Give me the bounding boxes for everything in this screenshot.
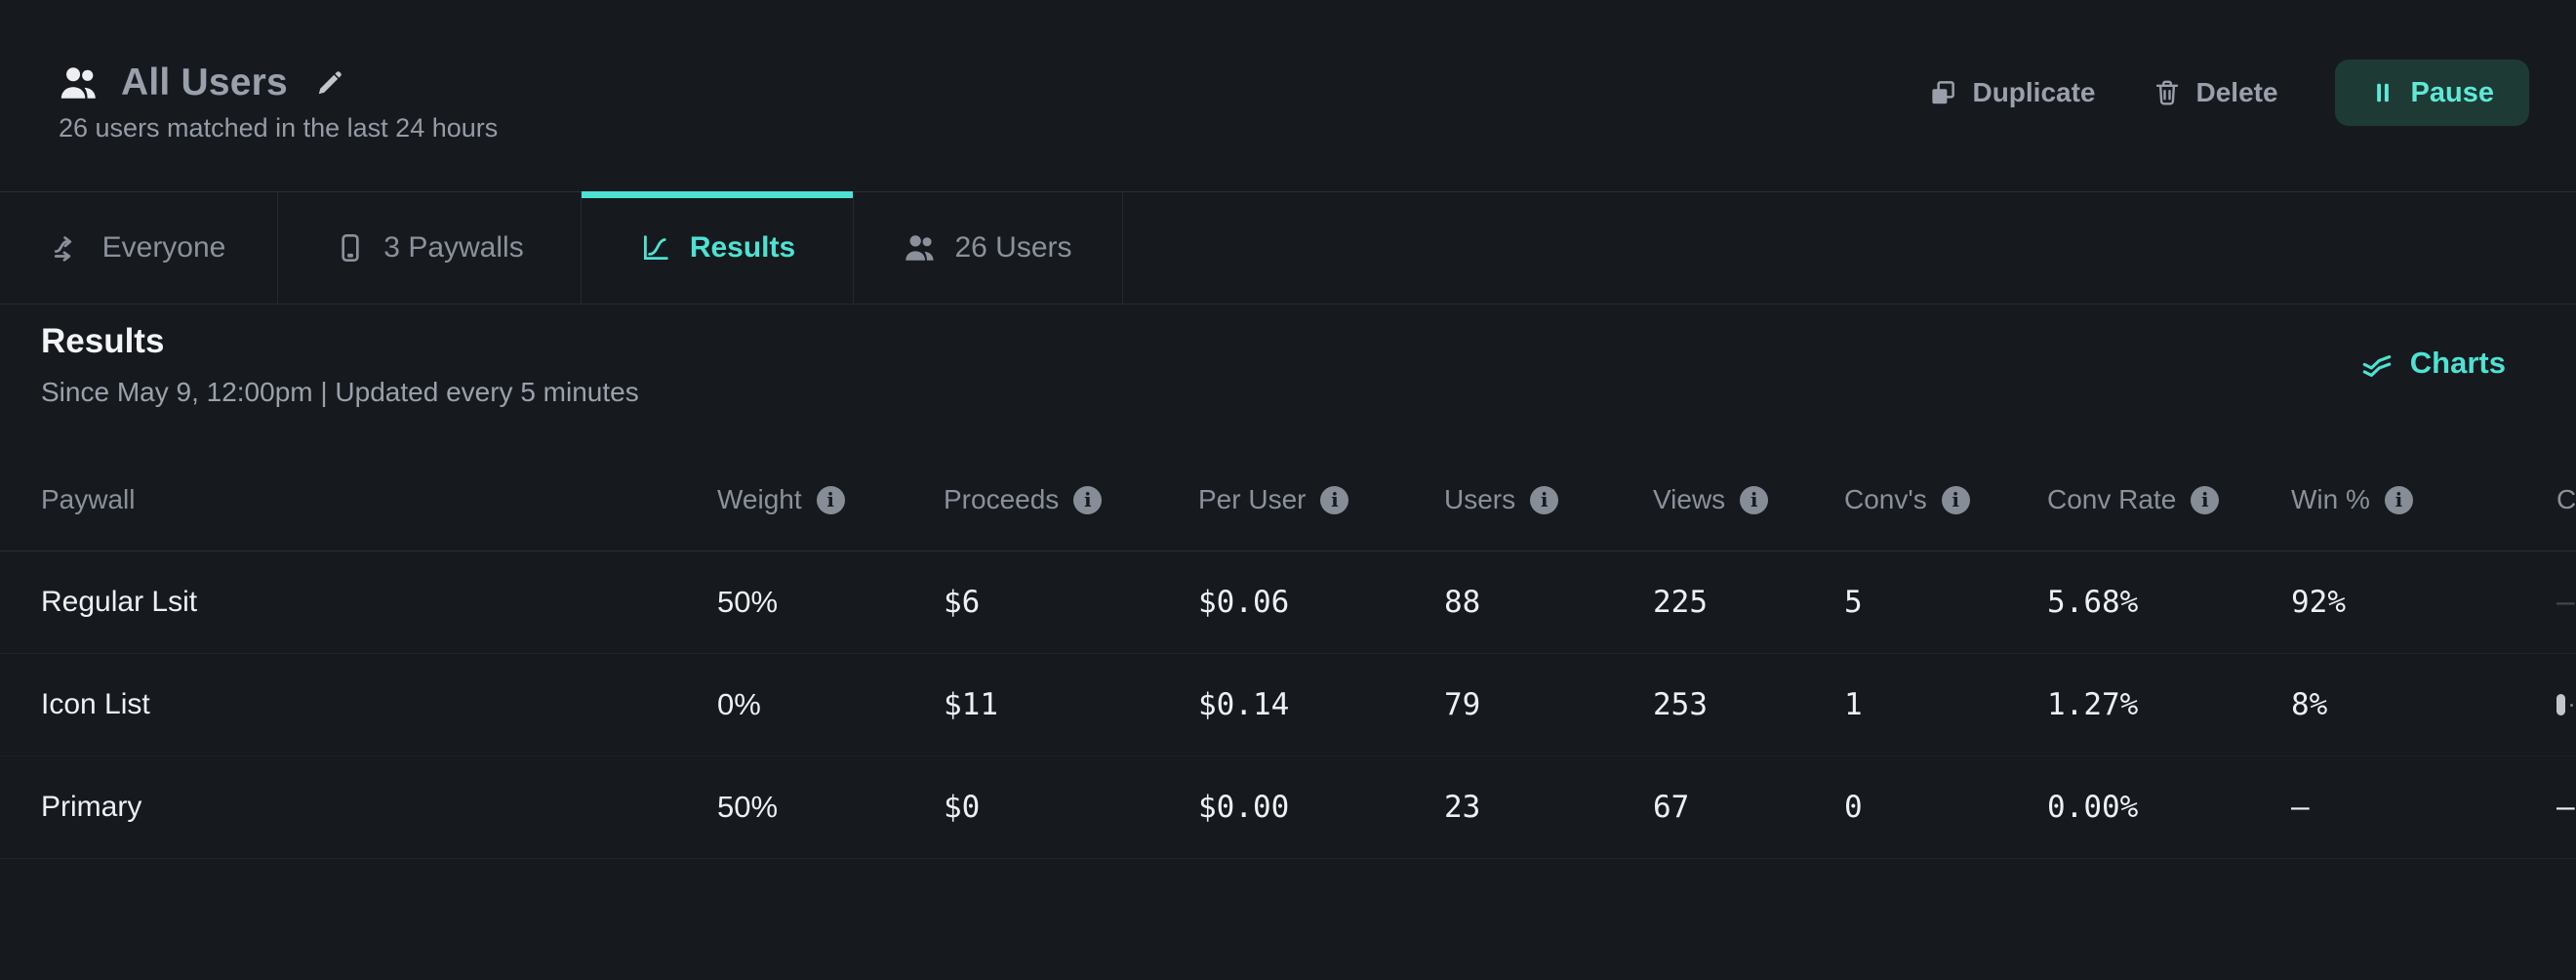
charts-icon	[2359, 347, 2395, 380]
cell-per-user: $0.06	[1198, 585, 1444, 620]
column-header-paywall: Paywall	[41, 484, 717, 515]
info-icon[interactable]: i	[817, 486, 845, 514]
info-icon[interactable]: i	[2385, 486, 2413, 514]
cell-users: 79	[1444, 687, 1653, 722]
column-label: Per User	[1198, 484, 1306, 515]
column-label: Conv's	[1844, 484, 1927, 515]
tab-paywalls[interactable]: 3 Paywalls	[278, 192, 582, 304]
audience-split-icon	[52, 231, 85, 265]
cell-per-user: $0.00	[1198, 790, 1444, 825]
tab-users[interactable]: 26 Users	[854, 192, 1123, 304]
table-row[interactable]: Icon List 0% $11 $0.14 79 253 1 1.27% 8%	[0, 654, 2576, 756]
tab-label: Results	[690, 231, 795, 265]
duplicate-label: Duplicate	[1972, 77, 2095, 108]
tab-label: Everyone	[102, 231, 226, 265]
clipped-dots	[2570, 704, 2573, 707]
cell-proceeds: $0	[944, 790, 1198, 825]
matched-users-subtitle: 26 users matched in the last 24 hours	[59, 113, 498, 143]
cell-convs: 5	[1844, 585, 2047, 620]
tab-bar: Everyone 3 Paywalls Results	[0, 191, 2576, 305]
column-header-clipped: C	[2556, 484, 2576, 515]
info-icon[interactable]: i	[1740, 486, 1768, 514]
cell-proceeds: $11	[944, 687, 1198, 722]
column-header-users: Users i	[1444, 484, 1653, 515]
cell-conv-rate: 5.68%	[2047, 585, 2291, 620]
column-label: C	[2556, 484, 2576, 515]
column-header-proceeds: Proceeds i	[944, 484, 1198, 515]
table-row[interactable]: Regular Lsit 50% $6 $0.06 88 225 5 5.68%…	[0, 551, 2576, 654]
column-label: Users	[1444, 484, 1515, 515]
pause-button[interactable]: Pause	[2335, 60, 2529, 126]
cell-paywall-name: Primary	[41, 791, 717, 824]
info-icon[interactable]: i	[1942, 486, 1970, 514]
column-label: Conv Rate	[2047, 484, 2176, 515]
duplicate-icon	[1928, 78, 1957, 107]
charts-link[interactable]: Charts	[2359, 346, 2506, 381]
column-header-conv-rate: Conv Rate i	[2047, 484, 2291, 515]
column-label: Weight	[717, 484, 802, 515]
cell-users: 88	[1444, 585, 1653, 620]
table-header-row: Paywall Weight i Proceeds i Per User i U…	[0, 449, 2576, 551]
info-icon[interactable]: i	[1073, 486, 1102, 514]
results-section-title: Results	[41, 322, 164, 361]
users-icon	[904, 233, 937, 263]
info-icon[interactable]: i	[2191, 486, 2219, 514]
column-header-per-user: Per User i	[1198, 484, 1444, 515]
cell-weight: 0%	[717, 687, 944, 722]
duplicate-button[interactable]: Duplicate	[1928, 77, 2095, 108]
cell-weight: 50%	[717, 790, 944, 825]
cell-paywall-name: Icon List	[41, 688, 717, 721]
column-label: Win %	[2291, 484, 2370, 515]
tab-label: 26 Users	[954, 231, 1071, 265]
cell-views: 67	[1653, 790, 1844, 825]
cell-per-user: $0.14	[1198, 687, 1444, 722]
edit-icon[interactable]	[315, 68, 344, 98]
column-header-win-pct: Win % i	[2291, 484, 2556, 515]
header-actions: Duplicate Delete Pause	[1928, 57, 2529, 129]
cell-paywall-name: Regular Lsit	[41, 586, 717, 619]
charts-label: Charts	[2410, 346, 2506, 381]
page-title: All Users	[121, 61, 288, 104]
info-icon[interactable]: i	[1320, 486, 1348, 514]
users-icon	[59, 65, 100, 101]
line-chart-icon	[639, 231, 672, 265]
cell-clipped: –	[2556, 790, 2576, 825]
column-label: Paywall	[41, 484, 135, 515]
cell-conv-rate: 1.27%	[2047, 687, 2291, 722]
delete-button[interactable]: Delete	[2153, 77, 2278, 108]
cell-win-pct: 92%	[2291, 585, 2556, 620]
cell-convs: 1	[1844, 687, 2047, 722]
cell-win-pct: 8%	[2291, 687, 2556, 722]
column-header-weight: Weight i	[717, 484, 944, 515]
info-icon[interactable]: i	[1530, 486, 1558, 514]
cell-convs: 0	[1844, 790, 2047, 825]
pause-icon	[2370, 80, 2395, 105]
clipped-badge	[2556, 694, 2565, 715]
trash-icon	[2153, 78, 2182, 107]
cell-users: 23	[1444, 790, 1653, 825]
cell-clipped: –	[2556, 585, 2576, 620]
column-label: Proceeds	[944, 484, 1059, 515]
cell-views: 225	[1653, 585, 1844, 620]
phone-icon	[335, 232, 366, 264]
column-header-views: Views i	[1653, 484, 1844, 515]
cell-conv-rate: 0.00%	[2047, 790, 2291, 825]
tab-results[interactable]: Results	[582, 192, 854, 304]
page-header-title-row: All Users	[59, 57, 344, 109]
cell-clipped	[2556, 694, 2576, 715]
cell-win-pct: –	[2291, 790, 2556, 825]
column-label: Views	[1653, 484, 1725, 515]
tab-everyone[interactable]: Everyone	[0, 192, 278, 304]
column-header-convs: Conv's i	[1844, 484, 2047, 515]
cell-views: 253	[1653, 687, 1844, 722]
delete-label: Delete	[2196, 77, 2278, 108]
experiment-page: All Users 26 users matched in the last 2…	[0, 0, 2576, 980]
pause-label: Pause	[2411, 77, 2494, 109]
cell-weight: 50%	[717, 585, 944, 620]
table-row[interactable]: Primary 50% $0 $0.00 23 67 0 0.00% – –	[0, 756, 2576, 859]
tab-label: 3 Paywalls	[383, 231, 523, 265]
results-section-subtitle: Since May 9, 12:00pm | Updated every 5 m…	[41, 377, 639, 408]
cell-proceeds: $6	[944, 585, 1198, 620]
